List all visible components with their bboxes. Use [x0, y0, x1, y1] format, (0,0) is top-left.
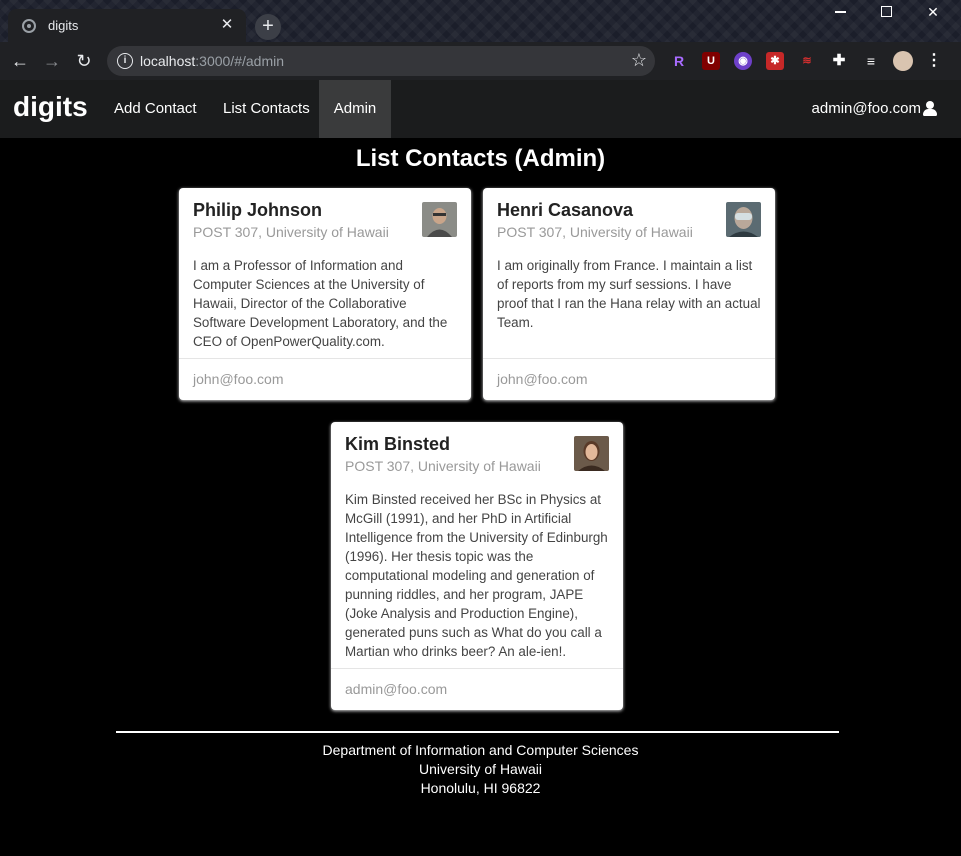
- user-menu[interactable]: admin@foo.com: [812, 80, 937, 138]
- extension-r-icon[interactable]: R: [670, 52, 688, 70]
- app-navbar: digits Add Contact List Contacts Admin a…: [0, 80, 961, 138]
- contact-card: Philip Johnson POST 307, University of H…: [179, 188, 471, 400]
- contact-owner: john@foo.com: [483, 358, 775, 400]
- close-window-icon[interactable]: ✕: [910, 0, 956, 24]
- contact-address: POST 307, University of Hawaii: [345, 458, 541, 474]
- brand-logo[interactable]: digits: [13, 91, 88, 123]
- browser-toolbar: ← → ↻ i localhost:3000/#/admin ☆ R U ◉ ✱…: [0, 42, 961, 80]
- browser-tabstrip: digits ✕ + ✕: [0, 0, 961, 42]
- footer-location: Honolulu, HI 96822: [420, 780, 541, 796]
- profile-avatar[interactable]: [893, 51, 913, 71]
- github-extension-icon[interactable]: ◉: [734, 52, 752, 70]
- close-tab-icon[interactable]: ✕: [218, 16, 236, 34]
- menu-kebab-icon[interactable]: ⋮: [925, 52, 943, 70]
- browser-tab[interactable]: digits ✕: [8, 9, 246, 42]
- url-text: localhost:3000/#/admin: [140, 53, 284, 69]
- contact-name: Kim Binsted: [345, 434, 451, 454]
- user-icon: [923, 101, 937, 117]
- card-content: Philip Johnson POST 307, University of H…: [179, 188, 471, 351]
- tab-title: digits: [48, 18, 79, 33]
- address-bar[interactable]: i localhost:3000/#/admin ☆: [107, 46, 655, 76]
- contact-description: Kim Binsted received her BSc in Physics …: [345, 492, 608, 659]
- contact-owner: john@foo.com: [179, 358, 471, 400]
- extension-stripes-icon[interactable]: ≋: [798, 52, 816, 70]
- footer-department: Department of Information and Computer S…: [322, 742, 639, 758]
- user-email: admin@foo.com: [811, 100, 921, 117]
- page-title: List Contacts (Admin): [355, 145, 606, 172]
- extensions-puzzle-icon[interactable]: ✚: [830, 52, 848, 70]
- contact-card: Kim Binsted POST 307, University of Hawa…: [331, 422, 623, 710]
- contact-description: I am originally from France. I maintain …: [497, 258, 761, 330]
- site-info-icon[interactable]: i: [117, 53, 133, 69]
- nav-admin[interactable]: Admin: [319, 80, 391, 138]
- contact-card: Henri Casanova POST 307, University of H…: [483, 188, 775, 400]
- back-icon[interactable]: ←: [10, 51, 30, 71]
- forward-icon[interactable]: →: [42, 51, 62, 71]
- card-content: Kim Binsted POST 307, University of Hawa…: [331, 422, 623, 661]
- nav-list-contacts[interactable]: List Contacts: [207, 80, 326, 138]
- nav-add-contact[interactable]: Add Contact: [98, 80, 213, 138]
- minimize-icon[interactable]: [835, 11, 846, 13]
- media-control-icon[interactable]: ≡: [862, 52, 880, 70]
- page-footer: Department of Information and Computer S…: [0, 741, 961, 798]
- bookmark-star-icon[interactable]: ☆: [631, 50, 647, 71]
- contact-avatar: [726, 202, 761, 237]
- contact-address: POST 307, University of Hawaii: [193, 224, 389, 240]
- favicon-icon: [22, 18, 36, 33]
- contact-avatar: [574, 436, 609, 471]
- contact-address: POST 307, University of Hawaii: [497, 224, 693, 240]
- maximize-icon[interactable]: [881, 6, 892, 17]
- contact-owner: admin@foo.com: [331, 668, 623, 710]
- contact-avatar: [422, 202, 457, 237]
- footer-divider: [116, 731, 839, 733]
- contact-name: Philip Johnson: [193, 200, 322, 220]
- ublock-icon[interactable]: U: [702, 52, 720, 70]
- new-tab-button[interactable]: +: [255, 14, 281, 40]
- contact-name: Henri Casanova: [497, 200, 634, 220]
- reload-icon[interactable]: ↻: [74, 51, 94, 71]
- card-content: Henri Casanova POST 307, University of H…: [483, 188, 775, 332]
- contact-description: I am a Professor of Information and Comp…: [193, 258, 448, 349]
- extension-red-icon[interactable]: ✱: [766, 52, 784, 70]
- footer-university: University of Hawaii: [419, 761, 542, 777]
